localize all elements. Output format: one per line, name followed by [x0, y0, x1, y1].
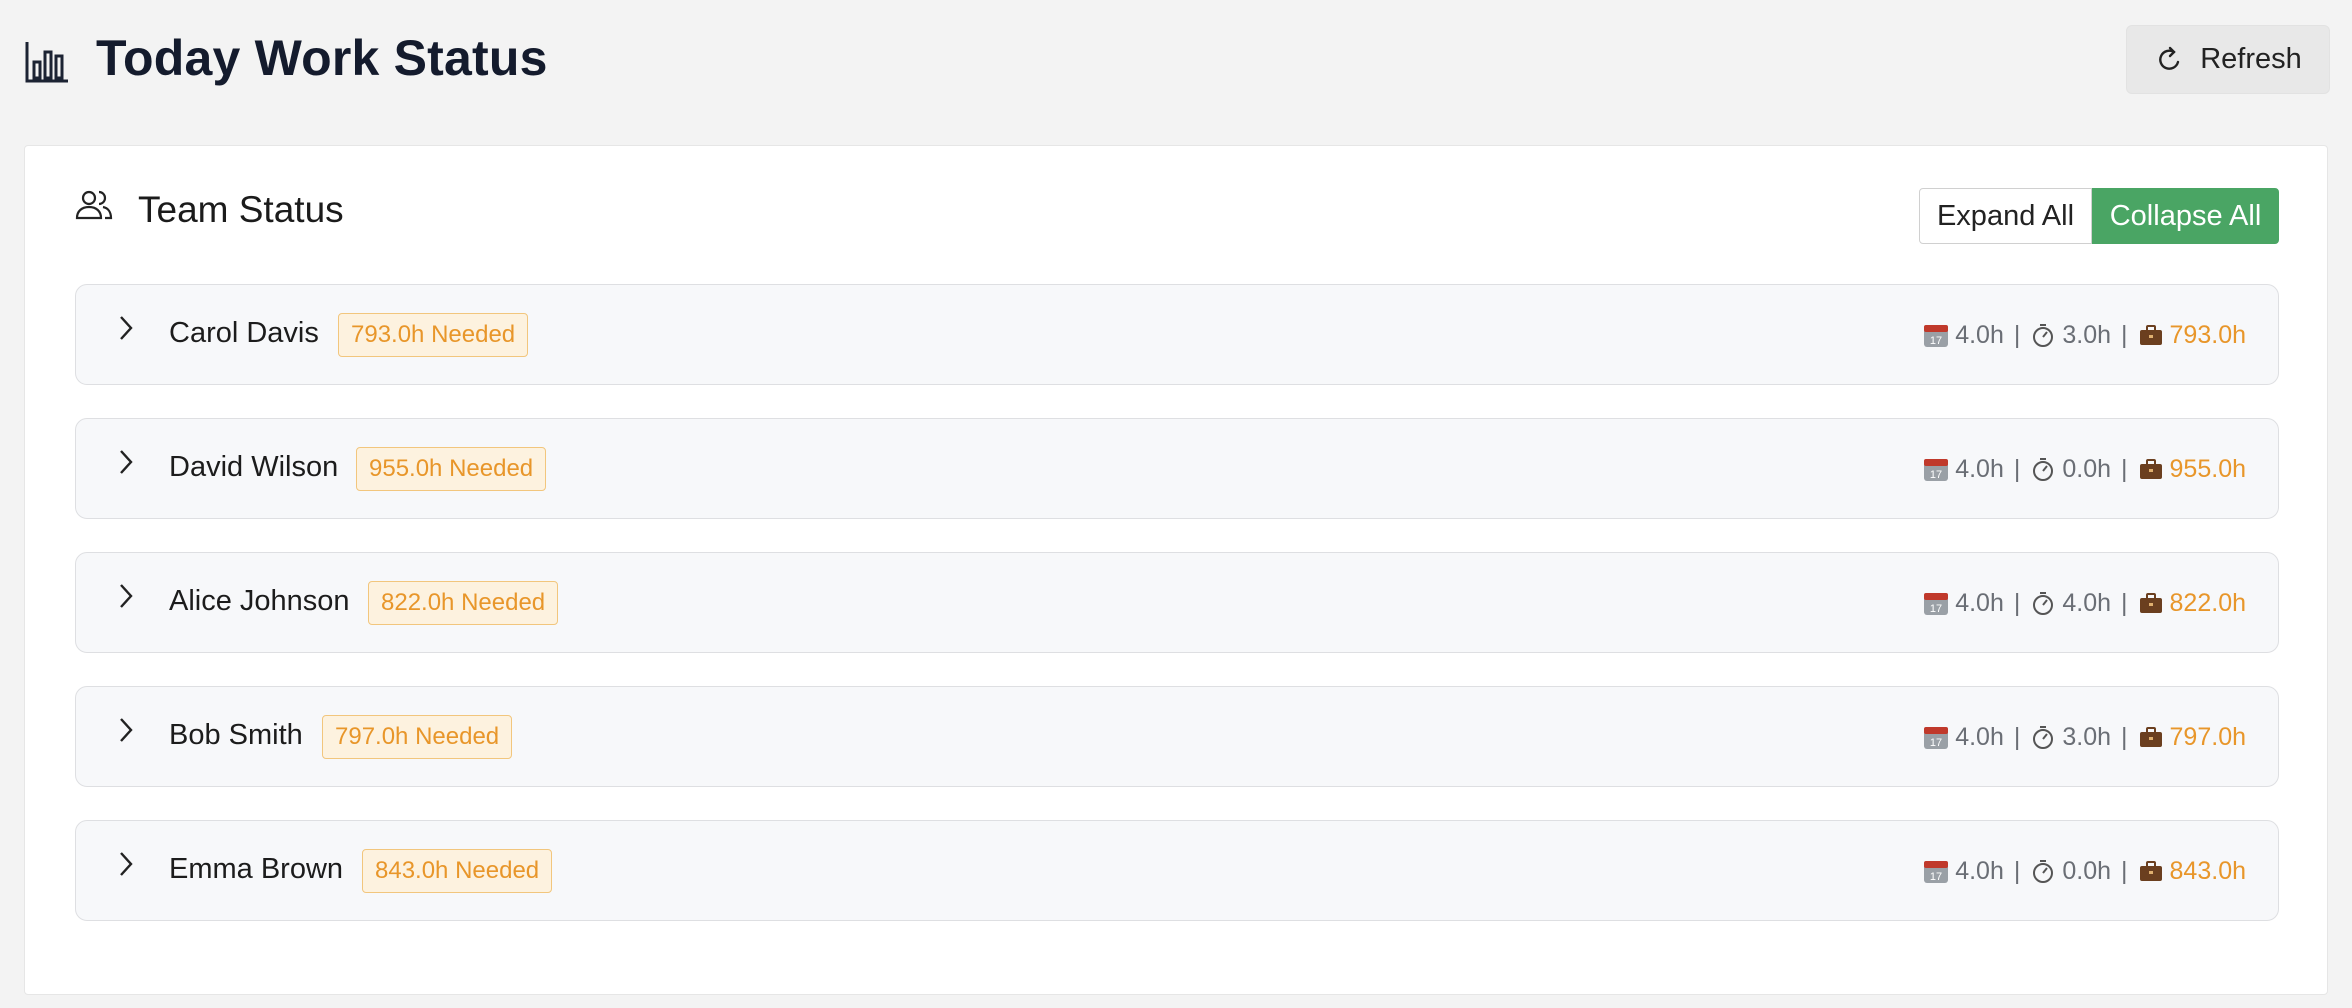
stopwatch-icon [2033, 592, 2054, 615]
separator: | [2013, 722, 2021, 751]
expand-all-button[interactable]: Expand All [1919, 188, 2092, 244]
needed-hours: 797.0h [2169, 722, 2246, 751]
separator: | [2013, 454, 2021, 483]
stopwatch-icon [2033, 860, 2054, 883]
briefcase-icon [2139, 459, 2162, 479]
logged-hours: 3.0h [2062, 320, 2112, 349]
member-row[interactable]: David Wilson 955.0h Needed 17 4.0h | 0.0… [75, 418, 2279, 519]
refresh-button[interactable]: Refresh [2126, 25, 2330, 94]
scheduled-hours: 4.0h [1955, 722, 2004, 751]
member-list: Carol Davis 793.0h Needed 17 4.0h | 3.0h… [75, 284, 2279, 954]
member-stats: 17 4.0h | 0.0h | 843.0h [1923, 851, 2246, 891]
chevron-right-icon[interactable] [116, 581, 136, 611]
team-status-card: Team Status Expand All Collapse All Caro… [24, 145, 2328, 995]
separator: | [2013, 320, 2021, 349]
briefcase-icon [2139, 325, 2162, 345]
stopwatch-icon [2033, 324, 2054, 347]
chevron-right-icon[interactable] [116, 715, 136, 745]
stopwatch-icon [2033, 458, 2054, 481]
member-name: Bob Smith [169, 719, 303, 751]
svg-text:17: 17 [1930, 469, 1942, 481]
chevron-right-icon[interactable] [116, 447, 136, 477]
svg-text:17: 17 [1930, 871, 1942, 883]
users-icon [75, 190, 113, 220]
logged-hours: 0.0h [2062, 856, 2112, 885]
calendar-icon: 17 [1924, 861, 1949, 883]
member-stats: 17 4.0h | 4.0h | 822.0h [1923, 583, 2246, 623]
bar-chart-icon [25, 42, 68, 83]
member-name: Carol Davis [169, 317, 319, 349]
needed-hours: 822.0h [2169, 588, 2246, 617]
chevron-right-icon[interactable] [116, 313, 136, 343]
scheduled-hours: 4.0h [1955, 856, 2004, 885]
calendar-icon: 17 [1924, 459, 1949, 481]
chevron-right-icon[interactable] [116, 849, 136, 879]
member-stats: 17 4.0h | 0.0h | 955.0h [1923, 449, 2246, 489]
hours-needed-badge: 955.0h Needed [356, 447, 547, 491]
calendar-icon: 17 [1924, 727, 1949, 749]
member-row[interactable]: Bob Smith 797.0h Needed 17 4.0h | 3.0h |… [75, 686, 2279, 787]
needed-hours: 955.0h [2169, 454, 2246, 483]
logged-hours: 4.0h [2062, 588, 2112, 617]
hours-needed-badge: 822.0h Needed [368, 581, 559, 625]
separator: | [2121, 722, 2128, 751]
svg-text:17: 17 [1930, 603, 1942, 615]
separator: | [2121, 588, 2128, 617]
refresh-label: Refresh [2200, 43, 2302, 75]
expand-collapse-group: Expand All Collapse All [1919, 188, 2279, 244]
separator: | [2121, 856, 2128, 885]
hours-needed-badge: 793.0h Needed [338, 313, 529, 357]
scheduled-hours: 4.0h [1955, 454, 2004, 483]
member-stats: 17 4.0h | 3.0h | 793.0h [1923, 315, 2246, 355]
hours-needed-badge: 843.0h Needed [362, 849, 553, 893]
needed-hours: 793.0h [2169, 320, 2246, 349]
scheduled-hours: 4.0h [1955, 588, 2004, 617]
member-stats: 17 4.0h | 3.0h | 797.0h [1923, 717, 2246, 757]
member-name: David Wilson [169, 451, 339, 483]
svg-text:17: 17 [1930, 335, 1942, 347]
logged-hours: 0.0h [2062, 454, 2112, 483]
separator: | [2013, 588, 2021, 617]
scheduled-hours: 4.0h [1955, 320, 2004, 349]
refresh-icon [2159, 46, 2180, 70]
briefcase-icon [2139, 861, 2162, 881]
calendar-icon: 17 [1924, 325, 1949, 347]
briefcase-icon [2139, 727, 2162, 747]
briefcase-icon [2139, 593, 2162, 613]
separator: | [2121, 320, 2128, 349]
collapse-all-button[interactable]: Collapse All [2092, 188, 2279, 244]
separator: | [2013, 856, 2021, 885]
svg-text:17: 17 [1930, 737, 1942, 749]
team-status-header: Team Status Expand All Collapse All [25, 146, 2327, 286]
needed-hours: 843.0h [2169, 856, 2246, 885]
stopwatch-icon [2033, 726, 2054, 749]
team-status-title: Team Status [138, 189, 344, 230]
calendar-icon: 17 [1924, 593, 1949, 615]
page-title: Today Work Status [96, 30, 548, 86]
member-name: Alice Johnson [169, 585, 350, 617]
member-row[interactable]: Carol Davis 793.0h Needed 17 4.0h | 3.0h… [75, 284, 2279, 385]
member-row[interactable]: Alice Johnson 822.0h Needed 17 4.0h | 4.… [75, 552, 2279, 653]
hours-needed-badge: 797.0h Needed [322, 715, 513, 759]
page-header: Today Work Status Refresh [0, 0, 2352, 120]
separator: | [2121, 454, 2128, 483]
member-name: Emma Brown [169, 853, 344, 885]
logged-hours: 3.0h [2062, 722, 2112, 751]
member-row[interactable]: Emma Brown 843.0h Needed 17 4.0h | 0.0h … [75, 820, 2279, 921]
